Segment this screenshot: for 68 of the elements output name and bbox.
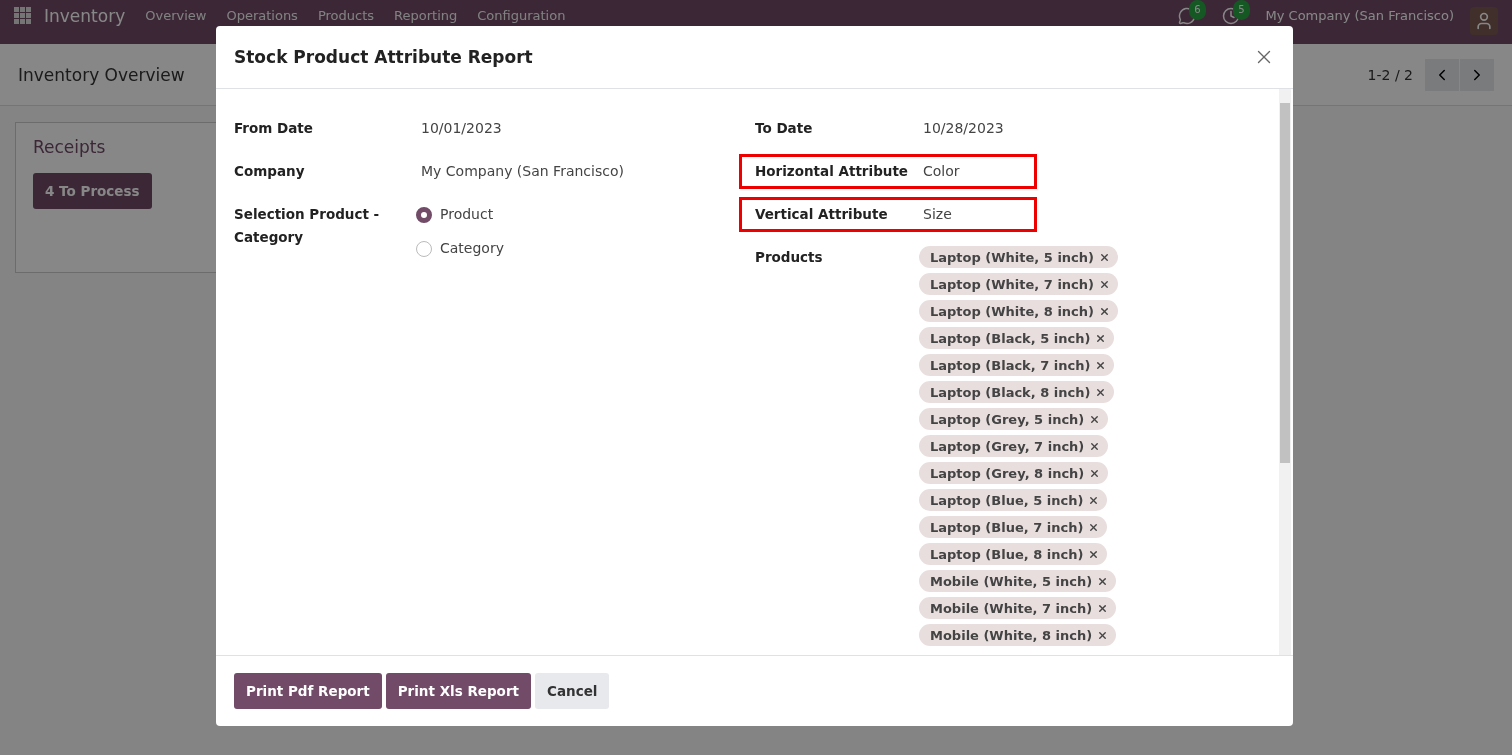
remove-icon[interactable] [1095, 386, 1107, 398]
remove-icon[interactable] [1095, 359, 1107, 371]
remove-icon[interactable] [1089, 440, 1101, 452]
remove-icon[interactable] [1097, 629, 1109, 641]
remove-icon[interactable] [1095, 332, 1107, 344]
field-value: My Company (San Francisco) [421, 162, 624, 181]
count-badge: 6 [1189, 0, 1206, 20]
remove-icon[interactable] [1088, 494, 1100, 506]
card-title: Receipts [33, 137, 107, 157]
remove-icon[interactable] [1099, 305, 1110, 317]
remove-icon[interactable] [1089, 413, 1101, 425]
page-title: Inventory Overview [18, 64, 185, 85]
field-value: Color [923, 162, 960, 181]
product-tag: Laptop (Grey, 5 inch) [919, 408, 1109, 430]
product-tag: Laptop (Black, 5 inch) [919, 327, 1115, 349]
product-tag: Laptop (Blue, 5 inch) [919, 489, 1108, 511]
product-tag: Laptop (Blue, 7 inch) [919, 516, 1108, 538]
product-tag: Laptop (Grey, 8 inch) [919, 462, 1109, 484]
dialog-title: Stock Product Attribute Report [234, 47, 533, 67]
menu-item[interactable]: Products [317, 7, 375, 25]
product-tag: Mobile (White, 8 inch) [919, 624, 1117, 646]
field-label: From Date [234, 119, 314, 138]
field-value: Size [923, 205, 952, 224]
remove-icon[interactable] [1088, 548, 1100, 560]
menu-item[interactable]: Operations [226, 7, 298, 25]
product-tag: Laptop (White, 5 inch) [919, 246, 1118, 268]
field-label: To Date [755, 119, 814, 138]
menu-item[interactable]: Configuration [477, 7, 566, 25]
app-name[interactable]: Inventory [44, 7, 126, 25]
field-label: Vertical Attribute [755, 205, 889, 224]
radio-button[interactable] [416, 240, 432, 257]
product-tag: Laptop (Black, 8 inch) [919, 381, 1115, 403]
company-switcher[interactable]: My Company (San Francisco) [1265, 7, 1454, 25]
footer-button[interactable]: Print Xls Report [385, 673, 531, 709]
chat-icon[interactable] [1177, 7, 1196, 25]
menu-item[interactable]: Reporting [394, 7, 458, 25]
field-label: Products [755, 248, 824, 267]
product-tag: Laptop (Blue, 8 inch) [919, 543, 1108, 565]
scrollbar[interactable] [1279, 89, 1291, 655]
clock-icon[interactable] [1221, 7, 1240, 25]
radio-label: Category [440, 239, 504, 258]
field-label: Horizontal Attribute [755, 162, 909, 181]
field-value: 10/01/2023 [421, 119, 502, 138]
count-badge: 5 [1233, 0, 1250, 20]
product-tag: Mobile (White, 5 inch) [919, 570, 1117, 592]
field-value: 10/28/2023 [923, 119, 1004, 138]
radio-label: Product [440, 205, 494, 224]
product-tag: Mobile (White, 7 inch) [919, 597, 1117, 619]
field-label: Selection Product - Category [234, 205, 381, 247]
field-label: Company [234, 162, 306, 181]
product-tag: Laptop (White, 7 inch) [919, 273, 1118, 295]
avatar[interactable] [1470, 7, 1498, 35]
remove-icon[interactable] [1097, 602, 1109, 614]
pager-value: 1-2 / 2 [1367, 66, 1413, 83]
product-tag: Laptop (White, 8 inch) [919, 300, 1118, 322]
menu-item[interactable]: Overview [145, 7, 207, 25]
product-tag: Laptop (Black, 7 inch) [919, 354, 1115, 376]
remove-icon[interactable] [1088, 521, 1100, 533]
to-process-button[interactable]: 4 To Process [33, 173, 152, 209]
footer-button[interactable]: Cancel [535, 673, 610, 709]
remove-icon[interactable] [1099, 251, 1110, 263]
apps-grid-icon[interactable] [14, 7, 32, 25]
radio-button[interactable] [416, 206, 432, 223]
remove-icon[interactable] [1099, 278, 1110, 290]
remove-icon[interactable] [1089, 467, 1101, 479]
remove-icon[interactable] [1097, 575, 1109, 587]
product-tag: Laptop (Grey, 7 inch) [919, 435, 1109, 457]
footer-button[interactable]: Print Pdf Report [234, 673, 382, 709]
